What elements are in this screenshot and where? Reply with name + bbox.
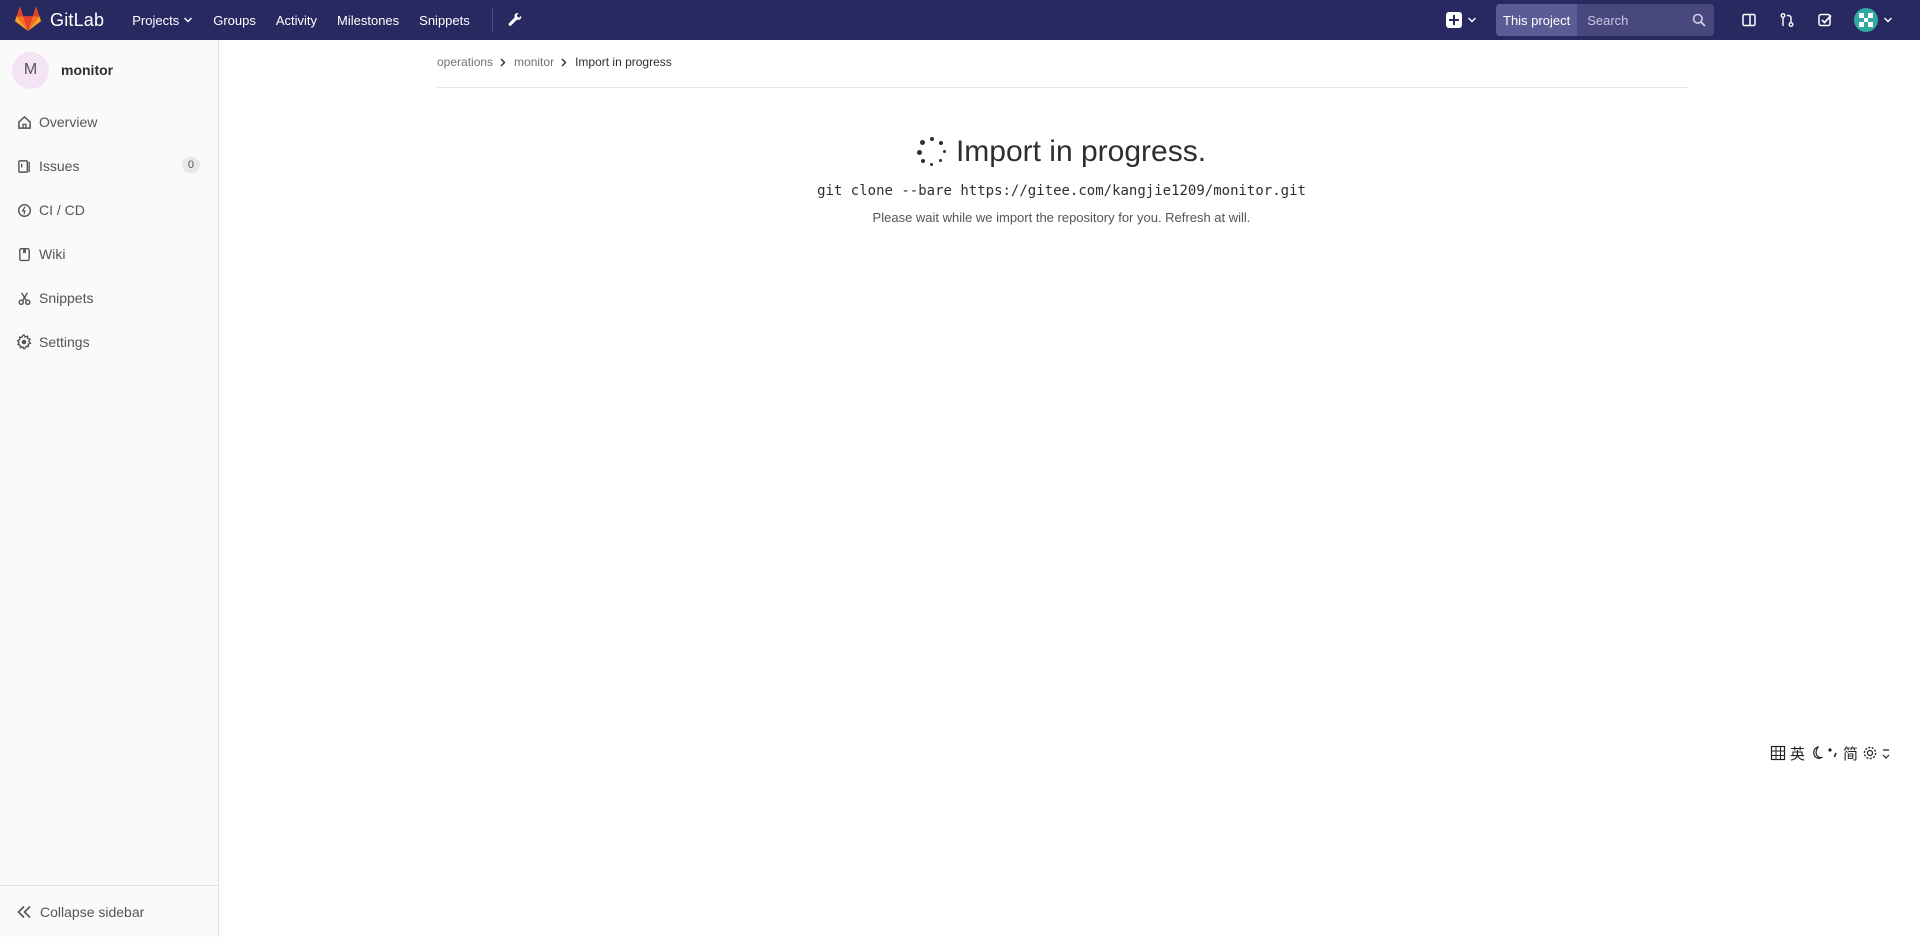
sidebar-item-label: Overview [39, 114, 98, 130]
sidebar-item-label: Issues [39, 158, 80, 174]
gitlab-logo[interactable]: GitLab [14, 0, 104, 40]
home-icon [16, 114, 32, 130]
chevron-down-icon [184, 17, 193, 23]
sidebar-toggle-button[interactable] [1730, 12, 1768, 28]
wrench-icon [508, 13, 522, 26]
chevron-right-icon [561, 55, 567, 70]
nav-milestones[interactable]: Milestones [337, 13, 399, 28]
nav-projects[interactable]: Projects [132, 13, 193, 28]
book-icon [16, 246, 32, 262]
punctuation-icon[interactable] [1827, 745, 1839, 761]
sidebar-item-overview[interactable]: Overview [0, 100, 218, 144]
merge-request-icon [1780, 13, 1794, 27]
sidebar-item-label: Snippets [39, 290, 94, 306]
issues-icon [16, 158, 32, 174]
search-box: This project [1496, 4, 1714, 36]
search-icon [1692, 13, 1706, 27]
nav-groups[interactable]: Groups [213, 13, 256, 28]
wait-message: Please wait while we import the reposito… [872, 210, 1251, 225]
user-avatar [1854, 8, 1878, 32]
ime-english-toggle[interactable]: 英 [1790, 743, 1805, 764]
project-avatar: M [12, 51, 49, 89]
project-sidebar: M monitor Overview Issues 0 CI / CD Wiki… [0, 40, 219, 937]
nav-activity[interactable]: Activity [276, 13, 317, 28]
breadcrumb: operations monitor Import in progress [437, 55, 1687, 88]
sidebar-item-label: Wiki [39, 246, 66, 262]
main-nav: Projects Groups Activity Milestones Snip… [132, 0, 523, 40]
gitlab-fox-icon [15, 7, 41, 31]
clone-command: git clone --bare https://gitee.com/kangj… [817, 183, 1306, 199]
user-menu-button[interactable] [1854, 8, 1894, 32]
ime-toolbar: 英 简 [1770, 741, 1920, 765]
nav-projects-label: Projects [132, 12, 180, 28]
issues-count-badge: 0 [181, 157, 200, 173]
sidebar-item-label: Settings [39, 334, 90, 350]
search-input[interactable] [1577, 12, 1692, 28]
gear-icon[interactable] [1862, 745, 1878, 761]
rocket-icon [16, 202, 32, 218]
new-dropdown-button[interactable] [1446, 12, 1478, 28]
page-scrollbar[interactable] [1904, 40, 1920, 937]
navbar-right: This project [1446, 0, 1920, 40]
import-title: Import in progress. [219, 135, 1904, 169]
admin-area-button[interactable] [507, 12, 523, 28]
nav-snippets[interactable]: Snippets [419, 13, 470, 28]
more-icon[interactable] [1882, 745, 1890, 761]
project-name: monitor [61, 62, 114, 78]
import-status: Import in progress. git clone --bare htt… [219, 135, 1904, 225]
collapse-sidebar-button[interactable]: Collapse sidebar [0, 885, 218, 937]
spinner-icon [916, 137, 947, 167]
project-header[interactable]: M monitor [0, 40, 218, 100]
ime-simplified-toggle[interactable]: 简 [1843, 743, 1858, 764]
top-navbar: GitLab Projects Groups Activity Mileston… [0, 0, 1920, 40]
import-title-text: Import in progress. [955, 135, 1207, 168]
sidebar-item-snippets[interactable]: Snippets [0, 276, 218, 320]
chevron-down-icon [1884, 17, 1892, 23]
nav-divider [491, 7, 493, 33]
sidebar-item-wiki[interactable]: Wiki [0, 232, 218, 276]
layout-panels-icon [1742, 13, 1756, 27]
search-scope-badge[interactable]: This project [1496, 4, 1578, 36]
brand-name: GitLab [50, 9, 105, 30]
sidebar-item-issues[interactable]: Issues 0 [0, 144, 218, 188]
breadcrumb-current[interactable]: Import in progress [575, 55, 672, 69]
chevron-down-icon [1468, 17, 1476, 23]
breadcrumb-monitor[interactable]: monitor [514, 55, 554, 69]
merge-requests-button[interactable] [1768, 12, 1806, 28]
gear-icon [16, 334, 32, 350]
todos-button[interactable] [1806, 12, 1844, 28]
scissors-icon [16, 290, 32, 306]
todo-check-icon [1818, 13, 1832, 27]
sidebar-item-label: CI / CD [39, 202, 85, 218]
collapse-sidebar-label: Collapse sidebar [40, 903, 145, 920]
moon-icon[interactable] [1809, 745, 1824, 761]
double-chevron-left-icon [16, 905, 32, 919]
breadcrumb-operations[interactable]: operations [437, 55, 493, 69]
grid-icon[interactable] [1770, 745, 1786, 761]
plus-square-icon [1446, 12, 1462, 28]
sidebar-item-ci-cd[interactable]: CI / CD [0, 188, 218, 232]
sidebar-item-settings[interactable]: Settings [0, 320, 218, 364]
chevron-right-icon [500, 55, 506, 70]
